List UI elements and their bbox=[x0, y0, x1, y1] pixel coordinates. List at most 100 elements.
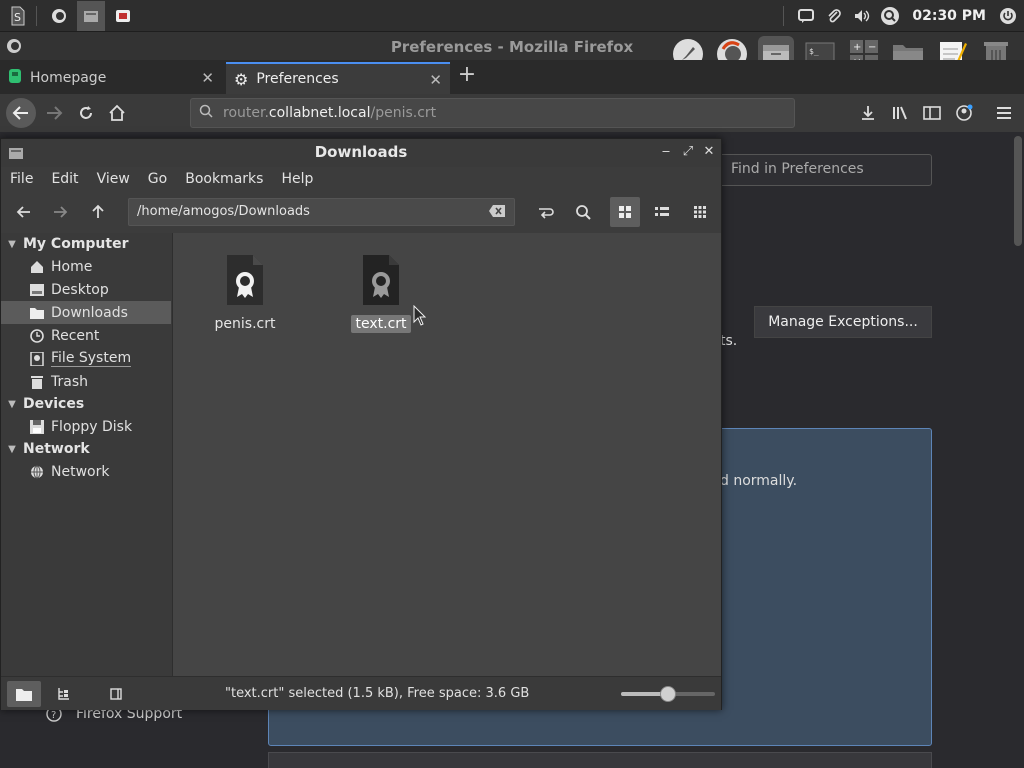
sidebar-icon[interactable] bbox=[918, 99, 946, 127]
manage-exceptions-button[interactable]: Manage Exceptions... bbox=[754, 306, 932, 338]
menu-go[interactable]: Go bbox=[139, 171, 176, 187]
menu-file[interactable]: File bbox=[1, 171, 42, 187]
maximize-button[interactable]: ⤢ bbox=[679, 143, 697, 161]
menu-bookmarks[interactable]: Bookmarks bbox=[176, 171, 272, 187]
paperclip-icon[interactable] bbox=[824, 6, 844, 26]
account-icon[interactable] bbox=[950, 99, 978, 127]
back-button[interactable] bbox=[6, 98, 36, 128]
hide-sidebar-button[interactable] bbox=[99, 681, 133, 707]
file-name-label: penis.crt bbox=[214, 316, 276, 332]
desktop-icon bbox=[29, 282, 45, 298]
section-label: My Computer bbox=[23, 236, 129, 252]
firefox-task-icon[interactable] bbox=[45, 1, 73, 31]
menu-launcher-icon[interactable]: S bbox=[4, 2, 32, 30]
sidebar-item-desktop[interactable]: Desktop bbox=[1, 278, 171, 301]
new-tab-button[interactable]: + bbox=[456, 64, 478, 86]
file-penis-crt[interactable]: penis.crt bbox=[200, 253, 290, 333]
reload-button[interactable] bbox=[72, 99, 100, 127]
sidebar-item-floppy-disk[interactable]: Floppy Disk bbox=[1, 415, 171, 438]
file-manager-titlebar[interactable]: Downloads ‒ ⤢ ✕ bbox=[1, 139, 721, 167]
sidebar-section-devices[interactable]: ▼ Devices bbox=[1, 393, 84, 415]
compact-view-button[interactable] bbox=[685, 197, 715, 227]
file-manager-task-icon[interactable] bbox=[77, 0, 105, 31]
list-view-button[interactable] bbox=[647, 197, 677, 227]
expand-arrow-icon: ▼ bbox=[8, 238, 16, 250]
hamburger-menu-icon[interactable] bbox=[990, 99, 1018, 127]
sidebar-section-network[interactable]: ▼ Network bbox=[1, 438, 90, 460]
network-icon bbox=[29, 464, 45, 480]
sidebar-item-label: Floppy Disk bbox=[51, 418, 133, 435]
menu-help[interactable]: Help bbox=[272, 171, 322, 187]
power-icon[interactable] bbox=[998, 6, 1018, 26]
zoom-slider[interactable] bbox=[621, 686, 715, 702]
file-manager-toolbar: /home/amogos/Downloads bbox=[1, 193, 721, 231]
clock-icon bbox=[29, 328, 45, 344]
clear-icon[interactable] bbox=[488, 204, 506, 222]
preference-section bbox=[268, 752, 932, 768]
find-in-preferences-input[interactable]: Find in Preferences bbox=[700, 154, 932, 186]
section-label: Network bbox=[23, 441, 90, 457]
sidebar-item-trash[interactable]: Trash bbox=[1, 370, 171, 393]
certificate-file-icon bbox=[227, 255, 263, 305]
forward-button[interactable] bbox=[40, 99, 68, 127]
scrollbar[interactable] bbox=[1014, 136, 1022, 246]
volume-icon[interactable] bbox=[852, 6, 872, 26]
file-manager-window: Downloads ‒ ⤢ ✕ File Edit View Go Bookma… bbox=[0, 138, 722, 710]
top-panel: S 02:30 PM bbox=[0, 0, 1024, 32]
downloads-icon[interactable] bbox=[854, 99, 882, 127]
preference-text: ts. bbox=[720, 333, 738, 349]
search-icon[interactable] bbox=[568, 197, 598, 227]
menu-bar: File Edit View Go Bookmarks Help bbox=[1, 167, 721, 191]
svg-text:+: + bbox=[853, 42, 861, 53]
library-icon[interactable] bbox=[886, 99, 914, 127]
show-treeview-button[interactable] bbox=[47, 681, 81, 707]
up-button[interactable] bbox=[83, 197, 113, 227]
sidebar-item-recent[interactable]: Recent bbox=[1, 324, 171, 347]
url-bar[interactable]: router. collabnet.local/penis.crt bbox=[190, 98, 795, 128]
show-places-button[interactable] bbox=[7, 681, 41, 707]
clock[interactable]: 02:30 PM bbox=[912, 8, 986, 24]
sidebar-item-label: File System bbox=[51, 350, 132, 367]
search-icon[interactable] bbox=[880, 6, 900, 26]
sidebar-item-home[interactable]: Home bbox=[1, 255, 171, 278]
notification-icon[interactable] bbox=[796, 6, 816, 26]
minimize-button[interactable]: ‒ bbox=[657, 143, 675, 161]
panel-separator bbox=[36, 5, 37, 26]
icon-view-button[interactable] bbox=[610, 197, 640, 227]
app-task-icon[interactable] bbox=[109, 1, 137, 31]
file-view: penis.crt text.crt bbox=[173, 233, 721, 676]
svg-text:S: S bbox=[14, 11, 21, 24]
menu-view[interactable]: View bbox=[88, 171, 139, 187]
path-text: /home/amogos/Downloads bbox=[137, 204, 310, 219]
zoom-slider-handle[interactable] bbox=[660, 686, 676, 702]
status-text: "text.crt" selected (1.5 kB), Free space… bbox=[225, 686, 530, 701]
folder-icon bbox=[29, 305, 45, 321]
tab-preferences[interactable]: ⚙ Preferences ✕ bbox=[226, 62, 450, 94]
preference-text: d normally. bbox=[720, 473, 798, 489]
firefox-tab-bar: Homepage ✕ ⚙ Preferences ✕ + bbox=[0, 60, 1024, 94]
close-tab-icon[interactable]: ✕ bbox=[429, 71, 442, 89]
close-button[interactable]: ✕ bbox=[700, 143, 718, 161]
sidebar-section-my-computer[interactable]: ▼ My Computer bbox=[1, 233, 129, 255]
svg-text:$_: $_ bbox=[809, 47, 819, 56]
tab-homepage[interactable]: Homepage ✕ bbox=[0, 62, 222, 94]
tab-label: Homepage bbox=[30, 70, 107, 86]
home-button[interactable] bbox=[103, 99, 131, 127]
section-label: Devices bbox=[23, 396, 85, 412]
file-name-label: text.crt bbox=[351, 315, 411, 333]
sidebar-item-network[interactable]: Network bbox=[1, 460, 171, 483]
firefox-nav-bar: router. collabnet.local/penis.crt bbox=[0, 94, 1024, 132]
sidebar-item-file-system[interactable]: File System bbox=[1, 347, 171, 370]
sidebar-item-label: Trash bbox=[51, 373, 88, 390]
panel-separator bbox=[783, 6, 785, 26]
svg-text:−: − bbox=[868, 42, 876, 53]
toggle-location-icon[interactable] bbox=[531, 197, 561, 227]
back-button[interactable] bbox=[9, 197, 39, 227]
close-tab-icon[interactable]: ✕ bbox=[201, 69, 214, 87]
location-path-input[interactable]: /home/amogos/Downloads bbox=[128, 198, 515, 226]
menu-edit[interactable]: Edit bbox=[42, 171, 87, 187]
drive-icon bbox=[29, 351, 45, 367]
forward-button[interactable] bbox=[45, 197, 75, 227]
floppy-disk-icon bbox=[29, 419, 45, 435]
sidebar-item-downloads[interactable]: Downloads bbox=[1, 301, 171, 324]
